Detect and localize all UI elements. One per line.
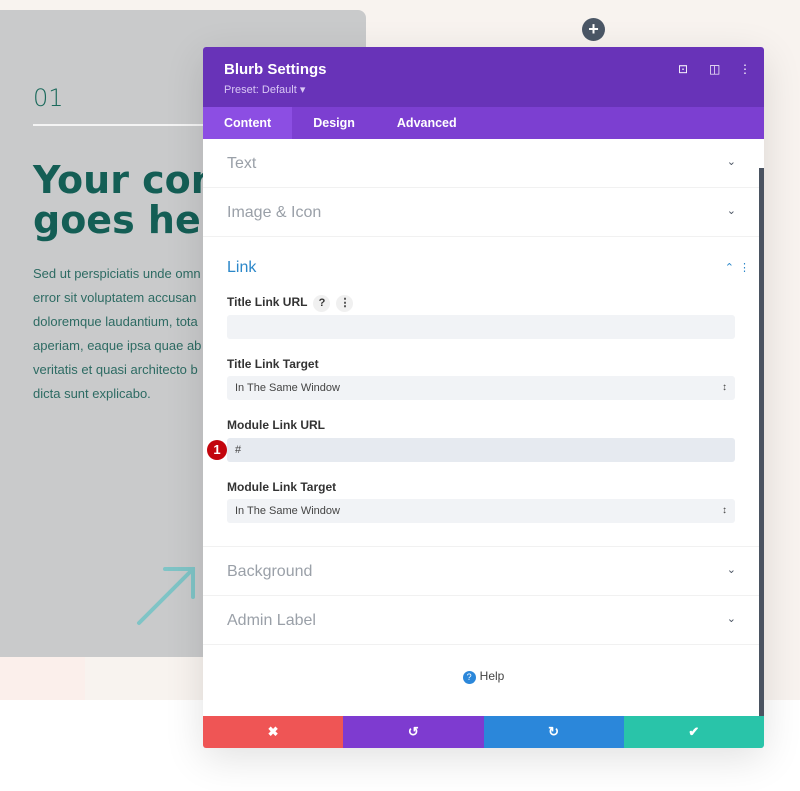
chevron-down-icon: ⌄ [726, 564, 736, 576]
modal-footer: ✖ ↺ ↻ ✔ [203, 716, 764, 748]
blurb-body-text: Sed ut perspiciatis unde omn error sit v… [33, 266, 202, 401]
arrow-icon [137, 567, 195, 625]
more-options-icon[interactable]: ⋮ [739, 62, 751, 76]
help-icon: ? [462, 671, 476, 684]
bottom-strip [0, 657, 85, 700]
help-icon[interactable]: ? [313, 295, 331, 312]
undo-button[interactable]: ↺ [343, 716, 484, 748]
tab-design[interactable]: Design [292, 107, 376, 139]
chevron-down-icon: ⌄ [726, 205, 736, 217]
fullscreen-icon[interactable]: ⊡ [678, 62, 688, 76]
add-section-button[interactable]: + [582, 18, 605, 41]
chevron-down-icon: ⌄ [726, 156, 736, 168]
help-link[interactable]: ? Help [203, 669, 764, 684]
help-text: Help [479, 669, 505, 683]
cancel-button[interactable]: ✖ [203, 716, 344, 748]
title-link-target-label: Title Link Target [227, 357, 319, 371]
divider [33, 124, 213, 126]
step-badge: 1 [207, 440, 227, 460]
chevron-down-icon: ⌄ [726, 613, 736, 625]
save-button[interactable]: ✔ [623, 716, 764, 748]
modal-header: Blurb Settings Preset: Default ▾ ⊡ ◫ ⋮ [203, 47, 764, 107]
section-label: Background [227, 563, 313, 580]
module-link-url-label: Module Link URL [227, 418, 325, 432]
section-label: Text [227, 155, 257, 172]
section-admin-label[interactable]: Admin Label ⌄ [203, 596, 764, 645]
section-label: Image & Icon [227, 204, 322, 221]
blurb-body: Sed ut perspiciatis unde omn error sit v… [33, 262, 208, 406]
label-text: Title Link URL [227, 295, 308, 309]
tab-content[interactable]: Content [203, 107, 293, 139]
module-link-url-input[interactable]: # [227, 438, 735, 462]
split-view-icon[interactable]: ◫ [709, 62, 720, 76]
section-label[interactable]: Link [227, 259, 256, 277]
section-image-icon[interactable]: Image & Icon ⌄ [203, 188, 764, 237]
tab-advanced[interactable]: Advanced [376, 107, 478, 139]
chevron-up-icon[interactable]: ⌃ [725, 261, 734, 274]
title-link-target-select[interactable]: In The Same Window [227, 376, 735, 400]
redo-button[interactable]: ↻ [483, 716, 624, 748]
scrollbar[interactable] [759, 168, 764, 717]
module-link-target-select[interactable]: In The Same Window [227, 499, 735, 523]
title-link-url-input[interactable] [227, 315, 735, 339]
section-menu-icon[interactable]: ⋮ [739, 261, 750, 274]
section-background[interactable]: Background ⌄ [203, 547, 764, 596]
section-label: Admin Label [227, 612, 316, 629]
blurb-settings-modal: Blurb Settings Preset: Default ▾ ⊡ ◫ ⋮ C… [203, 47, 764, 748]
title-link-url-label: Title Link URL? ⋮ [227, 295, 354, 312]
preset-dropdown[interactable]: Preset: Default ▾ [224, 83, 305, 96]
section-text[interactable]: Text ⌄ [203, 139, 764, 188]
modal-title: Blurb Settings [224, 61, 327, 78]
blurb-number: 01 [33, 84, 64, 112]
options-icon[interactable]: ⋮ [336, 295, 354, 312]
tab-bar: Content Design Advanced [203, 107, 764, 139]
section-link: Link ⌃ ⋮ Title Link URL? ⋮ Title Link Tar… [203, 237, 764, 547]
module-link-target-label: Module Link Target [227, 480, 337, 494]
